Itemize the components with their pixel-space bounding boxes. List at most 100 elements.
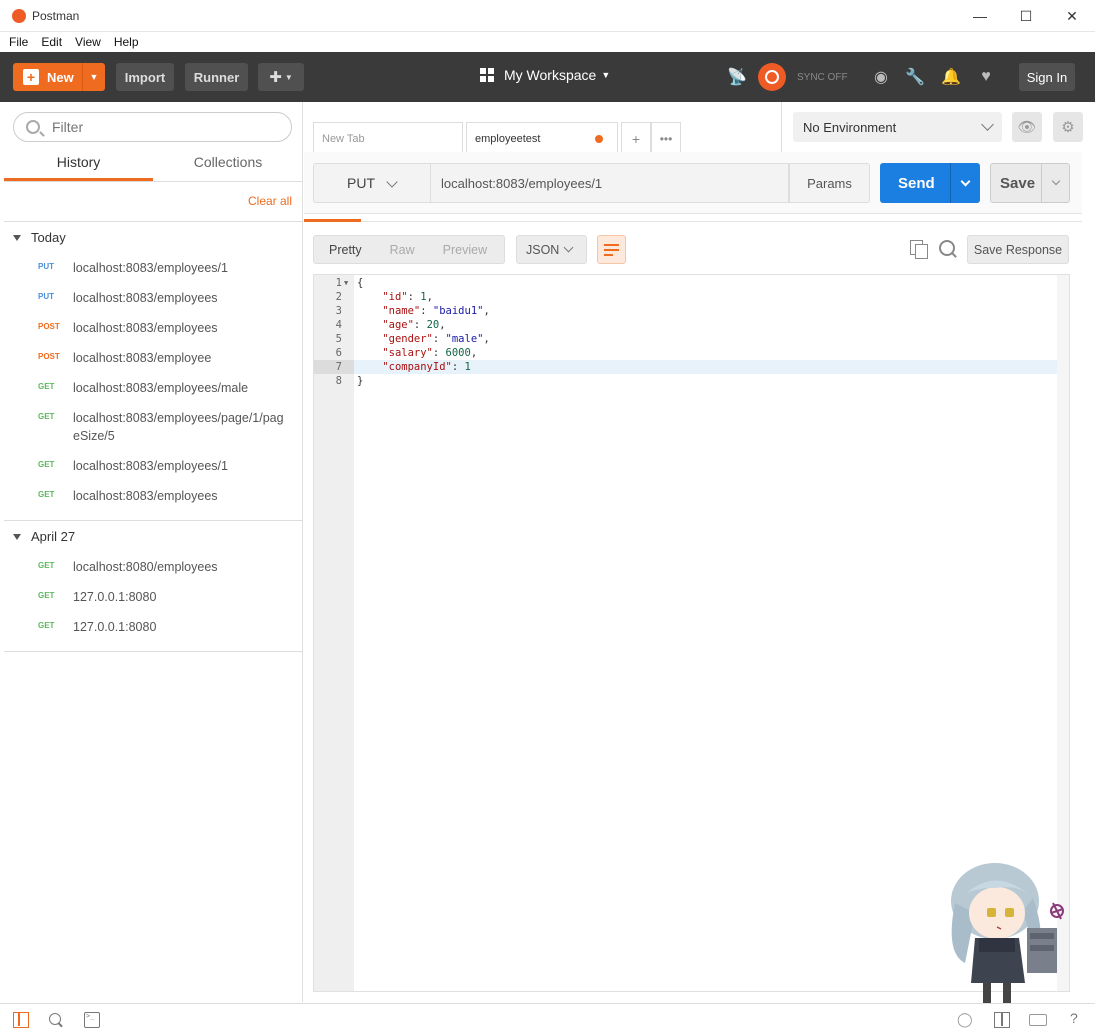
menu-view[interactable]: View <box>75 35 101 49</box>
history-url: localhost:8083/employees/1 <box>73 459 228 473</box>
save-dropdown-icon[interactable] <box>1041 164 1069 202</box>
status-bar: ◯ ? <box>0 1003 1095 1033</box>
tab-employeetest[interactable]: employeetest <box>466 122 618 154</box>
gear-icon[interactable]: ⚙ <box>1053 112 1083 142</box>
new-dropdown-caret-icon[interactable]: ▼ <box>82 63 105 91</box>
new-button[interactable]: + New ▼ <box>13 63 105 91</box>
method-badge: GET <box>38 561 55 570</box>
eye-icon[interactable]: 👁 <box>1012 112 1042 142</box>
divider <box>4 651 303 652</box>
format-select[interactable]: JSON <box>516 235 587 264</box>
history-url: localhost:8083/employees <box>73 489 218 503</box>
menu-help[interactable]: Help <box>114 35 139 49</box>
menu-edit[interactable]: Edit <box>41 35 62 49</box>
code-text: "id": 1, <box>382 291 433 303</box>
save-response-button[interactable]: Save Response <box>967 235 1069 264</box>
sync-icon[interactable] <box>758 63 786 91</box>
url-input[interactable]: localhost:8083/employees/1 <box>430 163 789 203</box>
method-badge: GET <box>38 382 55 391</box>
tab-underline <box>4 181 303 182</box>
console-icon[interactable] <box>84 1012 100 1028</box>
chevron-down-icon <box>981 118 994 131</box>
satellite-icon[interactable]: 📡 <box>727 68 747 86</box>
heart-icon[interactable]: ♥ <box>977 68 995 86</box>
workspace-switcher[interactable]: My Workspace ▼ <box>480 67 610 83</box>
runner-button[interactable]: Runner <box>185 63 248 91</box>
history-item[interactable]: POST localhost:8083/employee <box>4 349 303 367</box>
bell-icon[interactable]: 🔔 <box>941 68 961 86</box>
wrap-lines-icon[interactable] <box>597 235 626 264</box>
format-label: JSON <box>526 242 560 257</box>
history-group-april-27[interactable]: April 27 <box>13 529 75 544</box>
send-button[interactable]: Send <box>880 163 980 203</box>
maximize-icon[interactable]: ☐ <box>1003 0 1049 32</box>
code-text: "gender": "male", <box>382 333 490 345</box>
grid-icon <box>480 68 494 82</box>
lightbulb-icon[interactable]: ◯ <box>957 1011 973 1027</box>
close-icon[interactable]: ✕ <box>1049 0 1095 32</box>
two-pane-view-icon[interactable] <box>994 1012 1010 1028</box>
history-item[interactable]: PUT localhost:8083/employees/1 <box>4 259 303 277</box>
method-badge: PUT <box>38 292 54 301</box>
history-item[interactable]: GET localhost:8083/employees/male <box>4 379 303 397</box>
more-tabs-icon[interactable]: ••• <box>651 122 681 154</box>
clear-all-link[interactable]: Clear all <box>248 194 292 208</box>
tab-history[interactable]: History <box>4 154 153 181</box>
view-raw[interactable]: Raw <box>390 243 415 257</box>
view-preview[interactable]: Preview <box>443 243 487 257</box>
divider <box>4 221 303 222</box>
method-badge: POST <box>38 352 60 361</box>
environment-area: No Environment 👁 ⚙ <box>781 102 1095 152</box>
chevron-down-icon <box>386 176 398 188</box>
search-icon[interactable] <box>938 239 958 259</box>
method-select[interactable]: PUT <box>313 163 430 203</box>
view-pretty[interactable]: Pretty <box>329 243 362 257</box>
save-button[interactable]: Save <box>990 163 1070 203</box>
copy-icon[interactable] <box>910 240 928 259</box>
history-group-today[interactable]: Today <box>13 230 66 245</box>
add-tab-icon[interactable]: + <box>621 122 651 154</box>
search-icon[interactable] <box>48 1012 64 1028</box>
history-item[interactable]: POST localhost:8083/employees <box>4 319 303 337</box>
history-url: 127.0.0.1:8080 <box>73 590 157 604</box>
line-number: 7 <box>314 360 354 374</box>
history-item[interactable]: GET 127.0.0.1:8080 <box>4 618 303 636</box>
send-label: Send <box>898 174 935 192</box>
tab-collections[interactable]: Collections <box>153 154 303 181</box>
history-item[interactable]: GET 127.0.0.1:8080 <box>4 588 303 606</box>
help-icon[interactable]: ? <box>1070 1010 1086 1026</box>
history-item[interactable]: GET localhost:8083/employees <box>4 487 303 505</box>
globe-icon[interactable]: ◉ <box>872 68 890 86</box>
response-toolbar: Pretty Raw Preview JSON Save Response <box>304 222 1082 272</box>
menu-file[interactable]: File <box>9 35 28 49</box>
history-item[interactable]: GET localhost:8083/employees/page/1/page… <box>4 409 303 445</box>
history-url: 127.0.0.1:8080 <box>73 620 157 634</box>
sidebar-toggle-icon[interactable] <box>13 1012 29 1028</box>
new-window-button[interactable]: ✚ ▼ <box>258 63 304 91</box>
postman-logo-icon <box>12 8 26 23</box>
keyboard-icon[interactable] <box>1029 1014 1047 1026</box>
import-button[interactable]: Import <box>116 63 174 91</box>
fold-caret-icon[interactable]: ▼ <box>344 276 348 290</box>
send-dropdown-icon[interactable] <box>950 163 980 203</box>
history-item[interactable]: PUT localhost:8083/employees <box>4 289 303 307</box>
params-button[interactable]: Params <box>789 163 870 203</box>
code-line: 1 ▼ { <box>314 276 1069 290</box>
method-badge: PUT <box>38 262 54 271</box>
wrench-icon[interactable]: 🔧 <box>905 68 925 86</box>
tab-new-tab[interactable]: New Tab <box>313 122 463 154</box>
filter-input[interactable] <box>52 119 252 135</box>
code-text: "name": "baidu1", <box>382 305 490 317</box>
tab-label: employeetest <box>475 132 541 145</box>
history-item[interactable]: GET localhost:8080/employees <box>4 558 303 576</box>
environment-select[interactable]: No Environment <box>793 112 1002 142</box>
history-item[interactable]: GET localhost:8083/employees/1 <box>4 457 303 475</box>
new-button-label: New <box>47 69 74 85</box>
sign-in-button[interactable]: Sign In <box>1019 63 1075 91</box>
minimize-icon[interactable]: — <box>957 0 1003 32</box>
window-title: Postman <box>32 8 80 23</box>
save-label: Save <box>1000 174 1036 192</box>
code-text: "salary": 6000, <box>382 347 478 359</box>
filter-box[interactable] <box>13 112 292 142</box>
history-url: localhost:8080/employees <box>73 560 218 574</box>
